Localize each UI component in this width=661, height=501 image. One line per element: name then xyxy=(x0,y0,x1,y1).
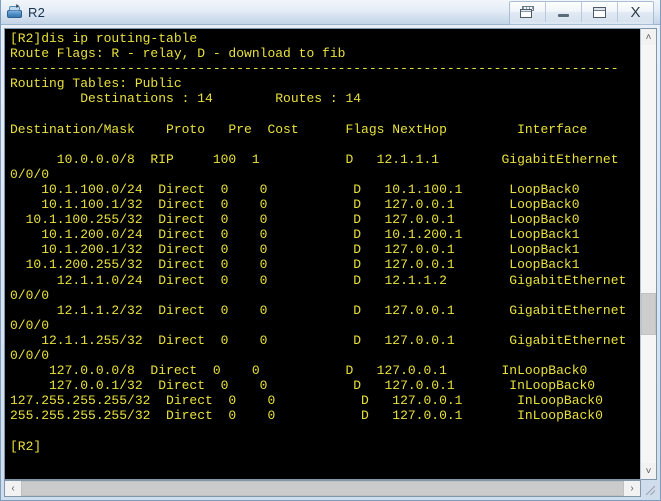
restore-icon xyxy=(520,5,535,19)
horizontal-scrollbar[interactable]: ‹ › xyxy=(4,480,641,497)
close-icon: X xyxy=(630,3,641,21)
maximize-icon xyxy=(593,6,606,18)
window-controls: X xyxy=(509,1,654,25)
resize-grip[interactable] xyxy=(641,480,657,497)
horizontal-scrollbar-row: ‹ › xyxy=(4,480,657,497)
scroll-right-arrow-icon[interactable]: › xyxy=(624,481,640,496)
horizontal-scroll-thumb[interactable] xyxy=(21,481,624,496)
close-button[interactable]: X xyxy=(618,2,653,22)
window-body: [R2]dis ip routing-table Route Flags: R … xyxy=(1,25,660,500)
title-bar[interactable]: R2 X xyxy=(1,0,660,25)
minimize-button[interactable] xyxy=(546,2,582,22)
scroll-down-arrow-icon[interactable]: ˅ xyxy=(641,463,656,479)
maximize-button[interactable] xyxy=(582,2,618,22)
vertical-scroll-thumb[interactable] xyxy=(641,293,656,335)
vertical-scrollbar[interactable]: ˄ ˅ xyxy=(640,28,657,480)
minimize-icon xyxy=(558,8,569,17)
restore-down-button[interactable] xyxy=(510,2,546,22)
window-title: R2 xyxy=(28,4,46,20)
scroll-left-arrow-icon[interactable]: ‹ xyxy=(5,481,21,496)
vertical-scroll-track[interactable] xyxy=(641,45,656,463)
terminal-window: R2 X [R2]dis ip routing-table Route Flag… xyxy=(0,0,661,501)
console-area: [R2]dis ip routing-table Route Flags: R … xyxy=(4,28,657,480)
scroll-up-arrow-icon[interactable]: ˄ xyxy=(641,29,656,45)
router-icon xyxy=(6,3,24,21)
horizontal-scroll-track[interactable] xyxy=(21,481,624,496)
terminal-text: [R2]dis ip routing-table Route Flags: R … xyxy=(10,31,627,454)
terminal-output-pane[interactable]: [R2]dis ip routing-table Route Flags: R … xyxy=(4,28,640,480)
